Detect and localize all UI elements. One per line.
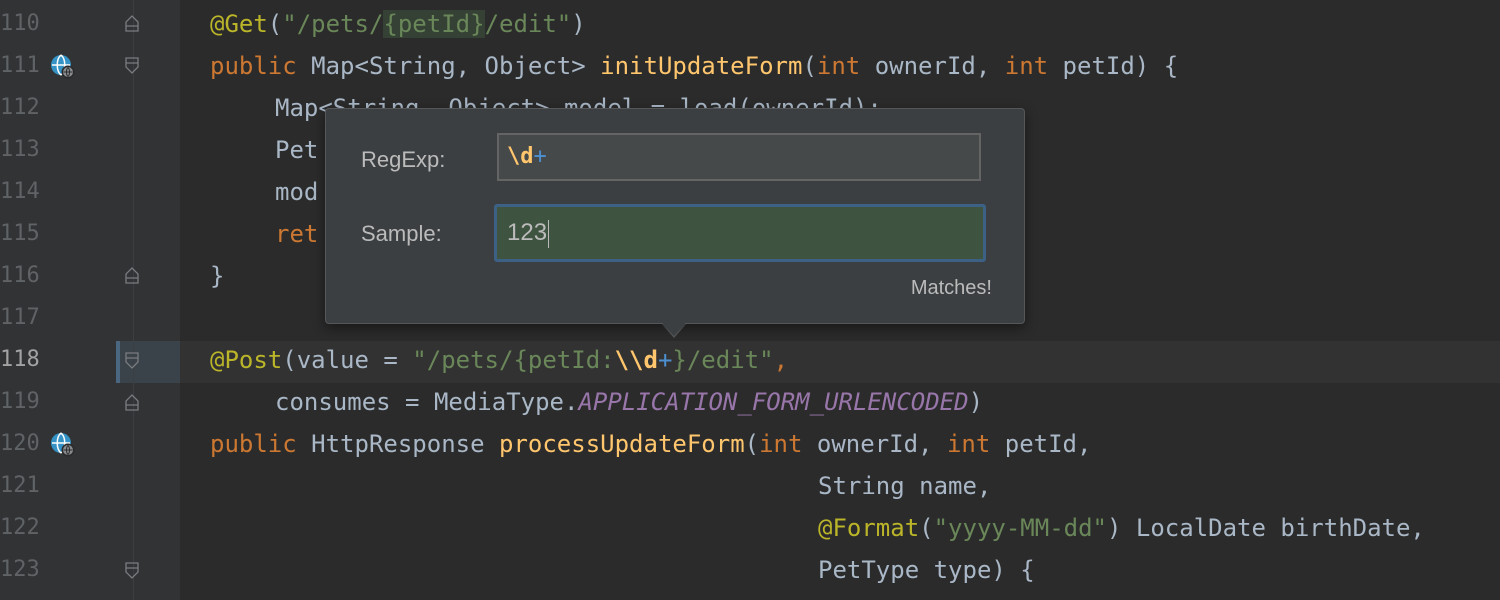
code-line-122[interactable]: @Format("yyyy-MM-dd") LocalDate birthDat… xyxy=(818,507,1425,549)
text-caret xyxy=(548,219,550,248)
code-line-113[interactable]: Pet xyxy=(275,129,318,171)
line-number: 116 xyxy=(0,263,40,288)
line-number: 121 xyxy=(0,473,40,498)
fold-end-icon[interactable] xyxy=(125,393,139,411)
code-token: ) LocalDate birthDate, xyxy=(1107,514,1425,542)
code-token: HttpResponse xyxy=(296,430,499,458)
code-token: consumes = MediaType. xyxy=(275,388,579,416)
gutter-separator xyxy=(133,0,134,600)
code-token: int xyxy=(816,52,861,80)
code-line-110[interactable]: @Get("/pets/{petId}/edit") xyxy=(210,3,586,45)
fold-end-icon[interactable] xyxy=(125,266,139,284)
code-token: "/pets/ xyxy=(282,10,384,38)
line-number: 123 xyxy=(0,557,40,582)
code-token: petId, xyxy=(990,430,1092,458)
code-token: ( xyxy=(267,10,283,38)
code-line-118[interactable]: @Post(value = "/pets/{petId:\\d+}/edit", xyxy=(210,339,788,381)
code-token: Map<String, Object> xyxy=(296,52,601,80)
fold-start-icon[interactable] xyxy=(125,352,139,370)
code-token: , xyxy=(773,346,789,374)
globe-implementation-icon[interactable] xyxy=(50,54,76,80)
code-token: ( xyxy=(919,514,934,542)
code-token: petId) { xyxy=(1048,52,1179,80)
code-line-115[interactable]: ret xyxy=(275,213,318,255)
line-number: 110 xyxy=(0,11,40,36)
code-token: @Format xyxy=(818,514,920,542)
globe-implementation-icon[interactable] xyxy=(50,432,76,458)
code-token: "/pets/{petId: xyxy=(412,346,615,374)
sample-input[interactable]: 123 xyxy=(494,204,986,262)
fold-start-icon[interactable] xyxy=(125,57,139,75)
line-number: 111 xyxy=(0,53,40,78)
code-token: APPLICATION_FORM_URLENCODED xyxy=(578,388,969,416)
regex-escape-token: \\d xyxy=(614,346,658,374)
code-line-120[interactable]: public HttpResponse processUpdateForm(in… xyxy=(210,423,1091,465)
line-number: 115 xyxy=(0,221,40,246)
line-number: 113 xyxy=(0,137,40,162)
code-line-123[interactable]: PetType type) { xyxy=(818,549,1035,591)
code-token: int xyxy=(1004,52,1049,80)
sample-value: 123 xyxy=(507,219,548,246)
line-number: 120 xyxy=(0,431,40,456)
code-token: ( xyxy=(802,52,817,80)
code-token: "yyyy-MM-dd" xyxy=(933,514,1107,542)
line-number: 112 xyxy=(0,95,40,120)
code-token: {petId} xyxy=(383,10,485,38)
code-token: (value = xyxy=(282,346,413,374)
code-token: ) xyxy=(968,388,984,416)
line-number: 119 xyxy=(0,389,40,414)
regex-quantifier-token: + xyxy=(657,346,673,374)
code-token: ownerId, xyxy=(802,430,947,458)
fold-end-icon[interactable] xyxy=(125,14,139,32)
regexp-field[interactable]: \d+ xyxy=(497,133,981,181)
regexp-quantifier: + xyxy=(533,144,547,169)
popup-pointer xyxy=(660,320,688,336)
code-line-111[interactable]: public Map<String, Object> initUpdateFor… xyxy=(210,45,1178,87)
code-line-121[interactable]: String name, xyxy=(818,465,991,507)
regexp-label: RegExp: xyxy=(361,147,446,172)
code-token: int xyxy=(946,430,991,458)
code-token: @Post xyxy=(210,346,283,374)
code-token: initUpdateForm xyxy=(600,52,803,80)
line-number: 122 xyxy=(0,515,40,540)
line-number-current: 118 xyxy=(0,347,40,372)
code-token: processUpdateForm xyxy=(499,430,745,458)
code-token: /edit" xyxy=(484,10,572,38)
code-token: ownerId, xyxy=(860,52,1005,80)
code-line-116[interactable]: } xyxy=(210,255,224,297)
sample-label: Sample: xyxy=(361,221,442,246)
code-line-119[interactable]: consumes = MediaType.APPLICATION_FORM_UR… xyxy=(275,381,983,423)
code-token: }/edit" xyxy=(672,346,774,374)
fold-start-icon[interactable] xyxy=(125,562,139,580)
code-token: int xyxy=(759,430,803,458)
current-row-gutter-edge xyxy=(116,341,120,383)
code-token: @Get xyxy=(210,10,268,38)
code-line-114[interactable]: mod xyxy=(275,171,318,213)
code-token: public xyxy=(210,430,297,458)
code-token: ( xyxy=(744,430,760,458)
regexp-escape: \d xyxy=(507,144,534,169)
match-status: Matches! xyxy=(910,277,992,299)
code-token: public xyxy=(210,52,297,80)
line-number: 117 xyxy=(0,305,40,330)
code-token: ) xyxy=(571,10,586,38)
line-number: 114 xyxy=(0,179,40,204)
check-regexp-popup: RegExp: \d+ Sample: 123 Matches! xyxy=(325,108,1025,324)
